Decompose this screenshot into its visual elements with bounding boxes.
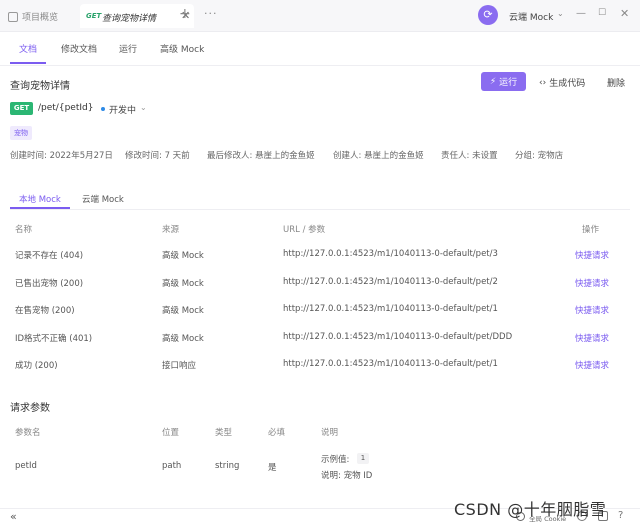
table-cell-name: 成功 (200): [15, 361, 58, 371]
column-header-action: 操作: [582, 225, 600, 235]
meta-group: 分组: 宠物店: [515, 151, 564, 161]
tab-run[interactable]: 运行: [119, 42, 137, 55]
table-cell-url[interactable]: http://127.0.0.1:4523/m1/1040113-0-defau…: [283, 277, 498, 287]
tab-query-pet-detail[interactable]: GET 查询宠物详情 ✕: [80, 4, 194, 28]
table-cell-name: 记录不存在 (404): [15, 251, 84, 261]
env-selector[interactable]: 云端 Mock: [509, 10, 553, 23]
window-close-icon[interactable]: ✕: [620, 7, 629, 20]
sync-icon[interactable]: ⟳: [478, 5, 498, 25]
table-cell-url[interactable]: http://127.0.0.1:4523/m1/1040113-0-defau…: [283, 359, 498, 369]
param-required: 是: [268, 463, 277, 473]
active-tab-indicator: [10, 62, 46, 64]
column-header-required: 必填: [268, 428, 286, 438]
column-header-source: 来源: [162, 225, 180, 235]
generate-code-label: 生成代码: [549, 79, 586, 89]
table-cell-source: 高级 Mock: [162, 306, 204, 316]
tag-badge[interactable]: 宠物: [10, 126, 32, 140]
more-icon[interactable]: ···: [204, 7, 218, 20]
divider: [10, 209, 630, 210]
param-example-value: 1: [357, 453, 369, 464]
param-example-label: 示例值:: [321, 455, 350, 465]
table-cell-url[interactable]: http://127.0.0.1:4523/m1/1040113-0-defau…: [283, 332, 512, 342]
column-header-position: 位置: [162, 428, 180, 438]
param-position: path: [162, 461, 182, 471]
help-icon[interactable]: ?: [618, 510, 623, 521]
table-cell-name: ID格式不正确 (401): [15, 334, 93, 344]
collapse-sidebar-icon[interactable]: «: [10, 510, 17, 523]
run-button[interactable]: ⚡ 运行: [481, 72, 526, 91]
grid-icon: [8, 11, 18, 22]
tab-edit-docs[interactable]: 修改文档: [61, 42, 97, 55]
quick-request-link[interactable]: 快捷请求: [575, 277, 609, 289]
status-dot: [101, 107, 105, 111]
table-cell-url[interactable]: http://127.0.0.1:4523/m1/1040113-0-defau…: [283, 249, 498, 259]
code-icon: ‹›: [539, 77, 547, 88]
quick-request-link[interactable]: 快捷请求: [575, 249, 609, 261]
watermark: CSDN @十年胭脂雪: [454, 500, 607, 519]
table-cell-source: 高级 Mock: [162, 251, 204, 261]
minimize-icon[interactable]: —: [576, 8, 586, 19]
table-cell-url[interactable]: http://127.0.0.1:4523/m1/1040113-0-defau…: [283, 304, 498, 314]
divider: [0, 65, 640, 66]
active-tab-indicator: [10, 207, 70, 209]
tab-advanced-mock[interactable]: 高级 Mock: [160, 42, 204, 55]
method-badge: GET: [10, 102, 33, 115]
tab-cloud-mock[interactable]: 云端 Mock: [82, 193, 124, 205]
add-tab-icon[interactable]: +: [179, 6, 191, 22]
tab-method-badge: GET: [86, 12, 102, 20]
tab-project-overview[interactable]: 项目概览: [8, 10, 58, 23]
table-cell-source: 高级 Mock: [162, 279, 204, 289]
run-button-label: 运行: [499, 78, 518, 88]
table-cell-name: 已售出宠物 (200): [15, 279, 84, 289]
meta-created-time: 创建时间: 2022年5月27日: [10, 151, 113, 161]
delete-button[interactable]: 删除: [607, 76, 625, 89]
column-header-url: URL / 参数: [283, 225, 326, 235]
lightning-icon: ⚡: [489, 76, 497, 87]
tab-label: 项目概览: [22, 13, 59, 23]
meta-creator: 创建人: 悬崖上的金鱼姬: [333, 151, 424, 161]
table-cell-name: 在售宠物 (200): [15, 306, 75, 316]
status-selector[interactable]: 开发中: [109, 103, 136, 116]
generate-code-button[interactable]: ‹› 生成代码: [539, 76, 586, 90]
param-name: petId: [15, 461, 37, 471]
tab-label: 查询宠物详情: [102, 14, 157, 24]
quick-request-link[interactable]: 快捷请求: [575, 359, 609, 371]
chevron-down-icon[interactable]: ⌄: [557, 9, 564, 18]
quick-request-link[interactable]: 快捷请求: [575, 304, 609, 316]
param-description: 说明: 宠物 ID: [321, 471, 373, 481]
quick-request-link[interactable]: 快捷请求: [575, 332, 609, 344]
maximize-icon[interactable]: ☐: [598, 8, 606, 18]
column-header-param-name: 参数名: [15, 428, 41, 438]
tab-local-mock[interactable]: 本地 Mock: [19, 193, 61, 205]
param-type: string: [215, 461, 240, 471]
column-header-name: 名称: [15, 225, 33, 235]
meta-owner: 责任人: 未设置: [441, 151, 498, 161]
api-path: /pet/{petId}: [38, 103, 94, 113]
column-header-type: 类型: [215, 428, 233, 438]
page-title: 查询宠物详情: [10, 81, 70, 92]
table-cell-source: 高级 Mock: [162, 334, 204, 344]
section-title: 请求参数: [10, 403, 50, 414]
chevron-down-icon[interactable]: ⌄: [140, 103, 147, 112]
column-header-description: 说明: [321, 428, 339, 438]
tab-docs[interactable]: 文档: [19, 42, 37, 55]
table-cell-source: 接口响应: [162, 361, 197, 371]
meta-modified-time: 修改时间: 7 天前: [125, 151, 190, 161]
meta-last-modifier: 最后修改人: 悬崖上的金鱼姬: [207, 151, 315, 161]
